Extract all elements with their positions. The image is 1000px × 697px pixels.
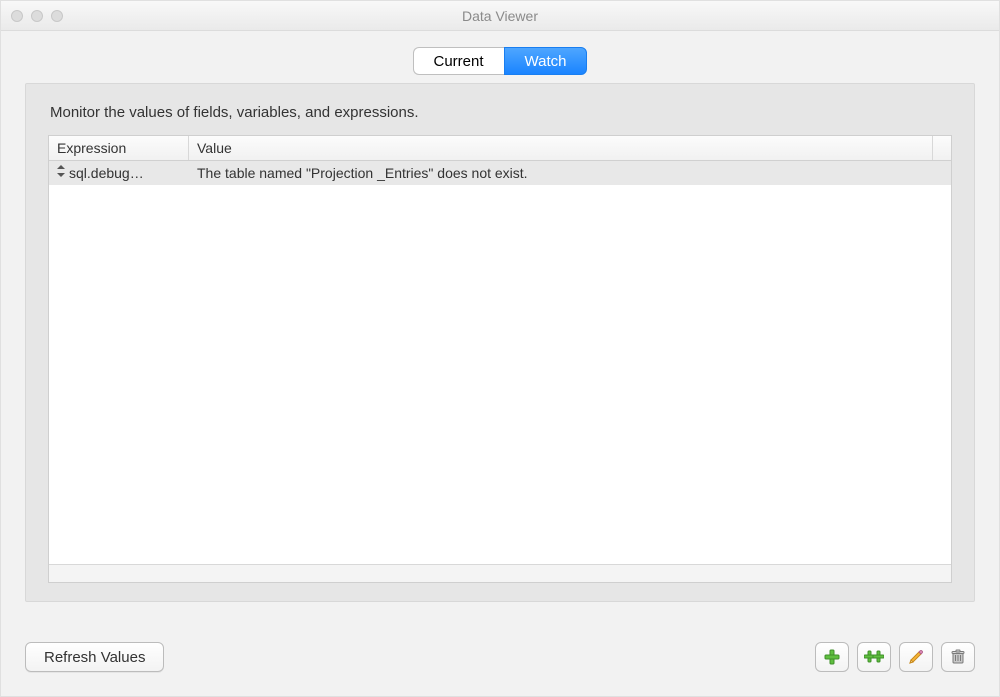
delete-button[interactable] [941, 642, 975, 672]
add-button[interactable] [815, 642, 849, 672]
footer-bar: Refresh Values [1, 626, 999, 696]
toolbar-icons [815, 642, 975, 672]
column-header-spacer [933, 136, 951, 160]
window-controls [11, 10, 63, 22]
table-header: Expression Value [49, 136, 951, 161]
horizontal-scrollbar[interactable] [49, 564, 951, 582]
expression-text: sql.debug… [69, 165, 144, 181]
column-header-expression[interactable]: Expression [49, 136, 189, 160]
close-window-button[interactable] [11, 10, 23, 22]
mode-tabs: Current Watch [1, 31, 999, 83]
pencil-icon [908, 649, 924, 665]
window-title: Data Viewer [1, 8, 999, 24]
cell-expression: sql.debug… [49, 165, 189, 181]
table-row[interactable]: sql.debug… The table named "Projection _… [49, 161, 951, 185]
refresh-values-button[interactable]: Refresh Values [25, 642, 164, 672]
tab-watch[interactable]: Watch [504, 47, 588, 75]
column-header-value[interactable]: Value [189, 136, 933, 160]
watch-panel: Monitor the values of fields, variables,… [25, 83, 975, 602]
sort-indicator-icon [57, 165, 65, 180]
cell-value: The table named "Projection _Entries" do… [189, 165, 951, 181]
data-viewer-window: Data Viewer Current Watch Monitor the va… [0, 0, 1000, 697]
tab-current[interactable]: Current [413, 47, 504, 75]
watch-table: Expression Value sql.debug… The table na… [48, 135, 952, 583]
plus-multiple-icon [864, 649, 884, 665]
title-bar: Data Viewer [1, 1, 999, 31]
trash-icon [950, 649, 966, 665]
edit-button[interactable] [899, 642, 933, 672]
add-multiple-button[interactable] [857, 642, 891, 672]
zoom-window-button[interactable] [51, 10, 63, 22]
plus-icon [824, 649, 840, 665]
minimize-window-button[interactable] [31, 10, 43, 22]
table-body: sql.debug… The table named "Projection _… [49, 161, 951, 564]
instruction-text: Monitor the values of fields, variables,… [50, 104, 952, 121]
